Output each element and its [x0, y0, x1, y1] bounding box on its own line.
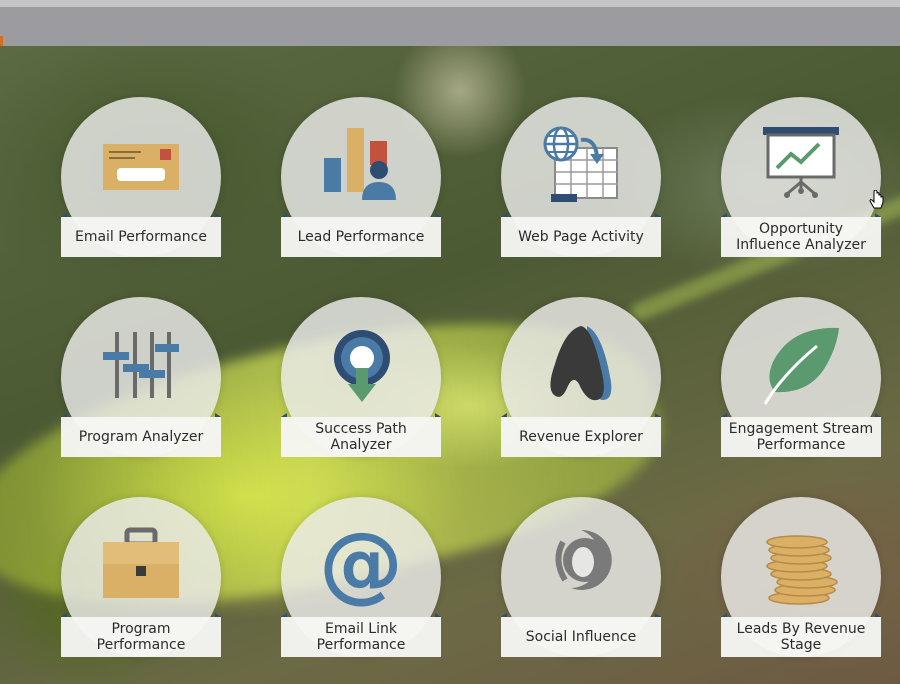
- tile-opportunity-influence-analyzer[interactable]: Opportunity Influence Analyzer: [721, 97, 881, 257]
- tile-program-analyzer[interactable]: Program Analyzer: [61, 297, 221, 457]
- tile-label: Leads By Revenue Stage: [721, 617, 881, 657]
- tile-web-page-activity[interactable]: Web Page Activity: [501, 97, 661, 257]
- coin-stack-icon: [766, 535, 838, 605]
- tile-label: Success Path Analyzer: [281, 417, 441, 457]
- sliders-icon: [103, 332, 179, 398]
- tile-label: Lead Performance: [281, 217, 441, 257]
- top-bar: [0, 0, 900, 46]
- tile-label: Social Influence: [501, 617, 661, 657]
- tile-label: Opportunity Influence Analyzer: [721, 217, 881, 257]
- tile-label: Email Link Performance: [281, 617, 441, 657]
- tile-revenue-explorer[interactable]: Revenue Explorer: [501, 297, 661, 457]
- tile-email-link-performance[interactable]: @ Email Link Performance: [281, 497, 441, 657]
- tile-lead-performance[interactable]: Lead Performance: [281, 97, 441, 257]
- social-influence-icon: [555, 529, 612, 590]
- tile-engagement-stream-performance[interactable]: Engagement Stream Performance: [721, 297, 881, 457]
- svg-text:@: @: [321, 522, 401, 607]
- tile-label: Program Analyzer: [61, 417, 221, 457]
- bar-chart-person-icon: [324, 128, 396, 200]
- briefcase-icon: [103, 527, 179, 598]
- tile-leads-by-revenue-stage[interactable]: Leads By Revenue Stage: [721, 497, 881, 657]
- leaf-icon: [763, 327, 839, 405]
- tile-label: Program Performance: [61, 617, 221, 657]
- tile-social-influence[interactable]: Social Influence: [501, 497, 661, 657]
- tile-label: Revenue Explorer: [501, 417, 661, 457]
- hand-cursor-icon: [869, 190, 884, 209]
- globe-spreadsheet-icon: [543, 126, 618, 202]
- revenue-explorer-icon: [550, 326, 612, 401]
- tile-email-performance[interactable]: Email Performance: [61, 97, 221, 257]
- tile-program-performance[interactable]: Program Performance: [61, 497, 221, 657]
- tile-label: Email Performance: [61, 217, 221, 257]
- tile-label: Engagement Stream Performance: [721, 417, 881, 457]
- envelope-icon: [103, 144, 179, 190]
- presentation-board-icon: [763, 127, 839, 198]
- path-download-icon: [334, 330, 390, 402]
- tile-success-path-analyzer[interactable]: Success Path Analyzer: [281, 297, 441, 457]
- at-sign-icon: @: [321, 522, 401, 607]
- tile-label: Web Page Activity: [501, 217, 661, 257]
